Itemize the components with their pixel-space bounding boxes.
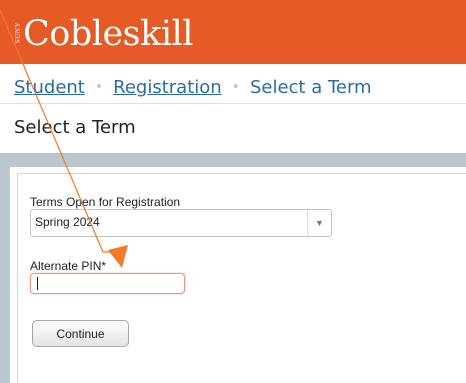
breadcrumb-student-link[interactable]: Student (14, 77, 85, 98)
logo[interactable]: SUNY Cobleskill (14, 10, 193, 58)
site-header: SUNY Cobleskill (0, 0, 466, 64)
alternate-pin-label: Alternate PIN* (30, 259, 107, 273)
continue-button[interactable]: Continue (32, 320, 129, 347)
term-select[interactable]: Spring 2024 ▼ (30, 209, 332, 237)
chevron-down-icon[interactable]: ▼ (307, 210, 331, 236)
logo-text: Cobleskill (23, 14, 193, 54)
header-divider (0, 103, 466, 104)
breadcrumb-separator: • (94, 79, 104, 95)
page-title: Select a Term (14, 117, 136, 138)
breadcrumb-registration-link[interactable]: Registration (113, 77, 222, 98)
alternate-pin-input[interactable] (30, 273, 185, 294)
terms-open-label: Terms Open for Registration (30, 195, 181, 209)
breadcrumb: Student • Registration • Select a Term (14, 72, 372, 102)
text-caret (37, 277, 38, 290)
breadcrumb-separator: • (231, 79, 240, 95)
breadcrumb-current: Select a Term (249, 76, 372, 98)
logo-suny-text: SUNY (14, 22, 22, 44)
content-left-border (0, 167, 10, 383)
content-top-border (0, 153, 466, 167)
term-select-value: Spring 2024 (35, 215, 100, 229)
